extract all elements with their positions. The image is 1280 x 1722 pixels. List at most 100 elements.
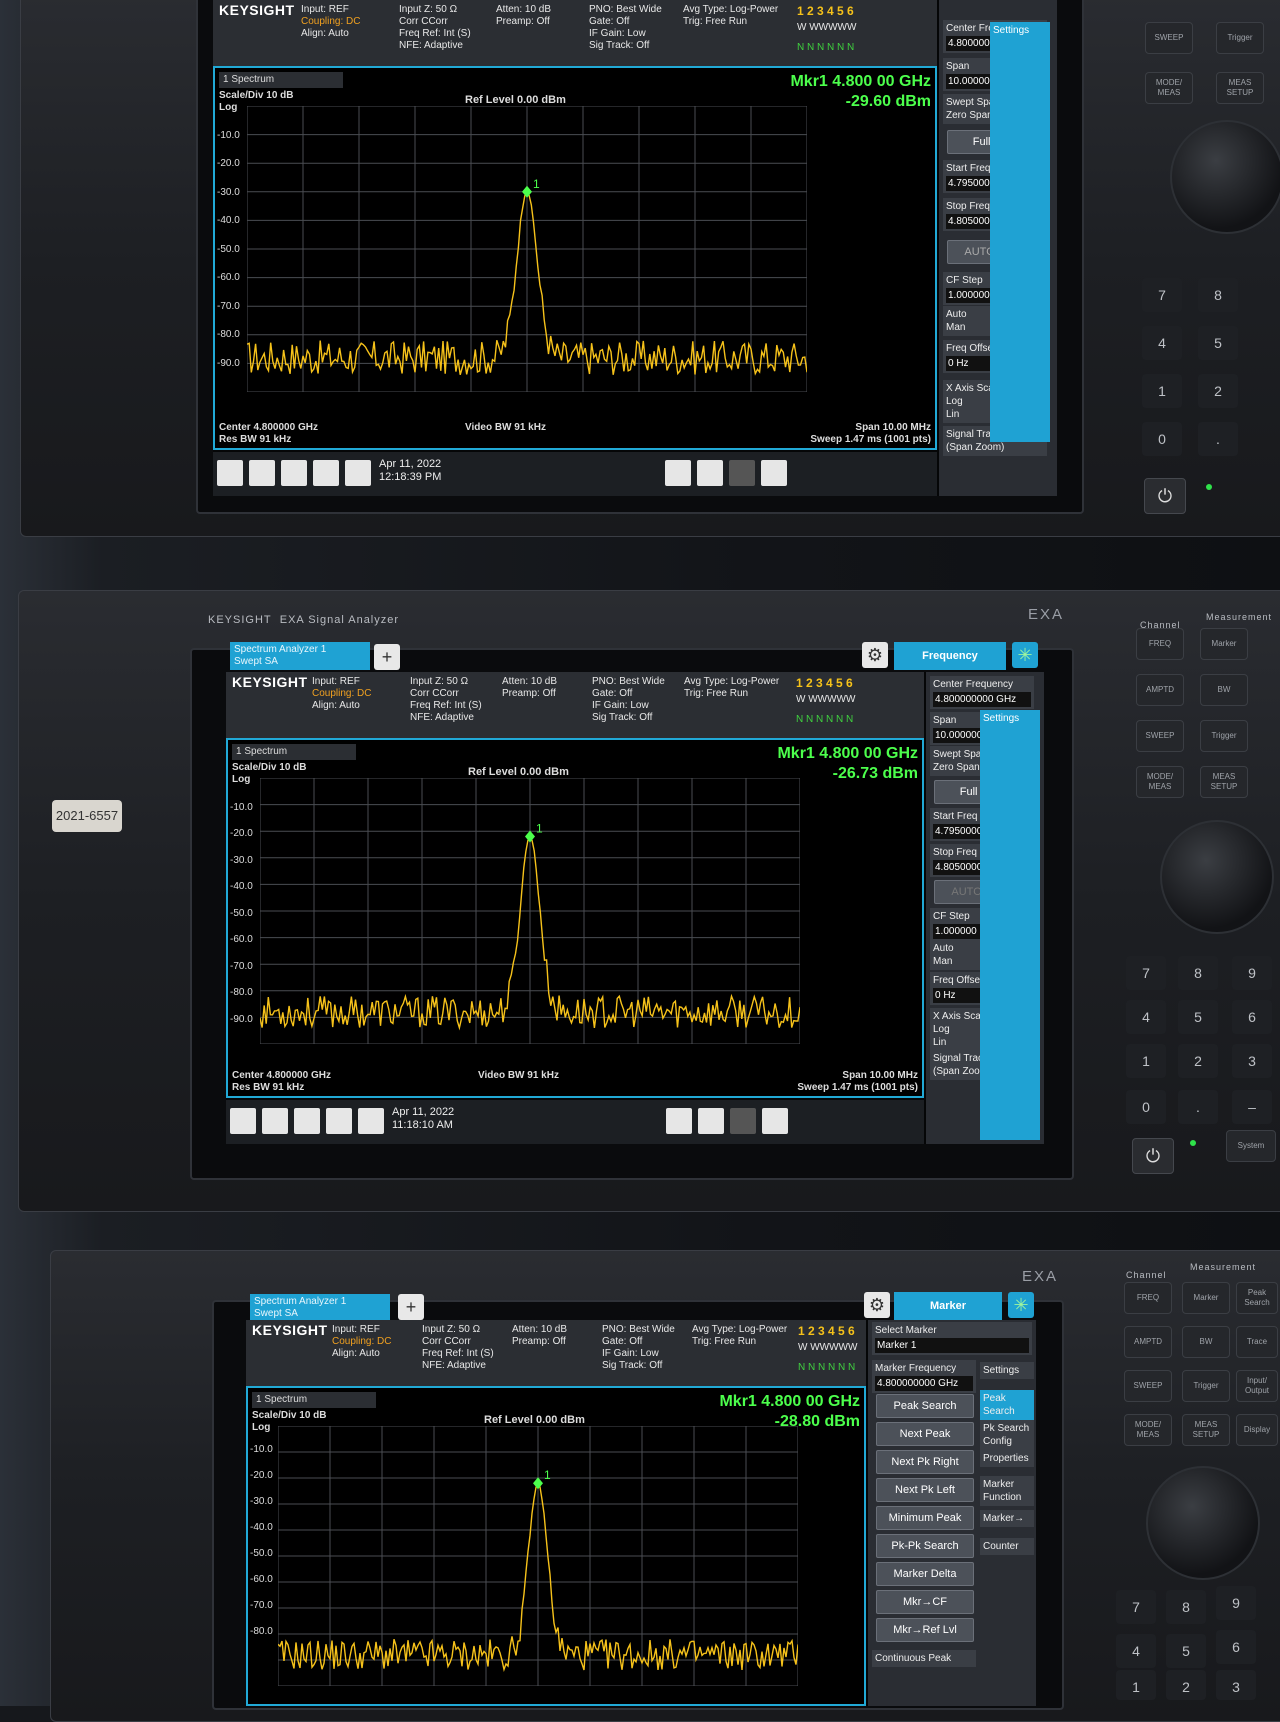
analyzer-tab[interactable]: Spectrum Analyzer 1 Swept SA [250, 1294, 390, 1320]
rotary-knob[interactable] [1146, 1466, 1260, 1580]
key-4[interactable]: 4 [1116, 1634, 1156, 1668]
amptd-key[interactable]: AMPTD [1124, 1326, 1172, 1358]
meas-setup-key[interactable]: MEAS SETUP [1200, 766, 1248, 798]
continuous-peak-toggle[interactable]: Continuous Peak [872, 1650, 976, 1667]
key-2[interactable]: 2 [1166, 1670, 1206, 1700]
key-minus[interactable]: – [1232, 1090, 1272, 1124]
trace-key[interactable]: Trace [1236, 1326, 1278, 1358]
multiscreen-icon[interactable] [729, 460, 755, 486]
properties-tab[interactable]: Properties [980, 1450, 1034, 1467]
marker-delta-button[interactable]: Marker Delta [876, 1562, 974, 1586]
pk-search-config-tab[interactable]: Pk Search Config [980, 1420, 1034, 1450]
windows-icon[interactable] [217, 460, 243, 486]
key-5[interactable]: 5 [1198, 326, 1238, 360]
marker-to-tab[interactable]: Marker→ [980, 1510, 1034, 1527]
peak-search-key[interactable]: Peak Search [1236, 1282, 1278, 1314]
key-6[interactable]: 6 [1216, 1630, 1256, 1664]
system-key[interactable]: System [1226, 1130, 1276, 1162]
key-0[interactable]: 0 [1142, 422, 1182, 456]
key-1[interactable]: 1 [1116, 1670, 1156, 1700]
bw-key[interactable]: BW [1182, 1326, 1230, 1358]
sweep-key[interactable]: SWEEP [1124, 1370, 1172, 1402]
sweep-key[interactable]: SWEEP [1145, 22, 1193, 54]
key-dot[interactable]: . [1198, 422, 1238, 456]
key-5[interactable]: 5 [1178, 1000, 1218, 1034]
input-output-key[interactable]: Input/ Output [1236, 1370, 1278, 1402]
next-peak-button[interactable]: Next Peak [876, 1422, 974, 1446]
counter-tab[interactable]: Counter [980, 1538, 1034, 1555]
key-7[interactable]: 7 [1142, 278, 1182, 312]
key-8[interactable]: 8 [1178, 956, 1218, 990]
sweep-key[interactable]: SWEEP [1136, 720, 1184, 752]
marker-1-diamond[interactable] [533, 1477, 543, 1490]
key-7[interactable]: 7 [1116, 1590, 1156, 1624]
add-tab-icon[interactable]: + [398, 1294, 424, 1320]
multiscreen-icon[interactable] [730, 1108, 756, 1134]
settings-tab-top[interactable]: Settings [990, 22, 1050, 442]
mode-meas-key[interactable]: MODE/ MEAS [1136, 766, 1184, 798]
mkr-cf-button[interactable]: Mkr→CF [876, 1590, 974, 1614]
freq-key[interactable]: FREQ [1124, 1282, 1172, 1314]
marker-key[interactable]: Marker [1200, 628, 1248, 660]
next-pk-right-button[interactable]: Next Pk Right [876, 1450, 974, 1474]
next-pk-left-button[interactable]: Next Pk Left [876, 1478, 974, 1502]
spectrum-window-selector[interactable]: 1 Spectrum [252, 1392, 376, 1408]
peak-search-tab[interactable]: Peak Search [980, 1390, 1034, 1420]
peak-search-button[interactable]: Peak Search [876, 1394, 974, 1418]
undo-icon[interactable] [249, 460, 275, 486]
key-2[interactable]: 2 [1178, 1044, 1218, 1078]
freq-key[interactable]: FREQ [1136, 628, 1184, 660]
key-4[interactable]: 4 [1126, 1000, 1166, 1034]
window-layout-icon[interactable] [665, 460, 691, 486]
status-icon[interactable]: ✳ [1012, 642, 1038, 668]
help-icon[interactable] [345, 460, 371, 486]
key-3[interactable]: 3 [1216, 1670, 1256, 1700]
key-4[interactable]: 4 [1142, 326, 1182, 360]
mode-meas-key[interactable]: MODE/ MEAS [1145, 72, 1193, 104]
folder-icon[interactable] [313, 460, 339, 486]
key-7[interactable]: 7 [1126, 956, 1166, 990]
meas-setup-key[interactable]: MEAS SETUP [1216, 72, 1264, 104]
rotary-knob[interactable] [1170, 120, 1280, 234]
key-8[interactable]: 8 [1198, 278, 1238, 312]
marker-1-diamond[interactable] [522, 185, 532, 198]
marker-menu-title[interactable]: Marker [894, 1292, 1002, 1320]
key-2[interactable]: 2 [1198, 374, 1238, 408]
status-icon[interactable]: ✳ [1008, 1292, 1034, 1318]
power-button[interactable]: ⏻ [1132, 1138, 1174, 1174]
redo-icon[interactable] [281, 460, 307, 486]
mode-meas-key[interactable]: MODE/ MEAS [1124, 1414, 1172, 1446]
redo-icon[interactable] [294, 1108, 320, 1134]
fullscreen-icon[interactable] [762, 1108, 788, 1134]
gear-icon[interactable]: ⚙ [862, 642, 888, 668]
key-8[interactable]: 8 [1166, 1590, 1206, 1624]
settings-tab-middle[interactable]: Settings [980, 710, 1040, 1140]
key-1[interactable]: 1 [1126, 1044, 1166, 1078]
amptd-key[interactable]: AMPTD [1136, 674, 1184, 706]
undo-icon[interactable] [262, 1108, 288, 1134]
rotary-knob[interactable] [1160, 820, 1274, 934]
key-1[interactable]: 1 [1142, 374, 1182, 408]
add-tab-icon[interactable]: + [374, 644, 400, 670]
touch-icon[interactable] [697, 460, 723, 486]
fullscreen-icon[interactable] [761, 460, 787, 486]
bw-key[interactable]: BW [1200, 674, 1248, 706]
folder-icon[interactable] [326, 1108, 352, 1134]
trigger-key[interactable]: Trigger [1182, 1370, 1230, 1402]
key-5[interactable]: 5 [1166, 1634, 1206, 1668]
marker-function-tab[interactable]: Marker Function [980, 1476, 1034, 1506]
trigger-key[interactable]: Trigger [1216, 22, 1264, 54]
help-icon[interactable] [358, 1108, 384, 1134]
power-button[interactable]: ⏻ [1144, 478, 1186, 514]
trigger-key[interactable]: Trigger [1200, 720, 1248, 752]
key-9[interactable]: 9 [1216, 1586, 1256, 1620]
touch-icon[interactable] [698, 1108, 724, 1134]
select-marker-field[interactable]: Select Marker Marker 1 [872, 1322, 1032, 1355]
center-frequency-field[interactable]: Center Frequency 4.800000000 GHz [930, 676, 1034, 709]
window-layout-icon[interactable] [666, 1108, 692, 1134]
spectrum-window-selector[interactable]: 1 Spectrum [219, 72, 343, 88]
display-key[interactable]: Display [1236, 1414, 1278, 1446]
key-6[interactable]: 6 [1232, 1000, 1272, 1034]
key-0[interactable]: 0 [1126, 1090, 1166, 1124]
windows-icon[interactable] [230, 1108, 256, 1134]
